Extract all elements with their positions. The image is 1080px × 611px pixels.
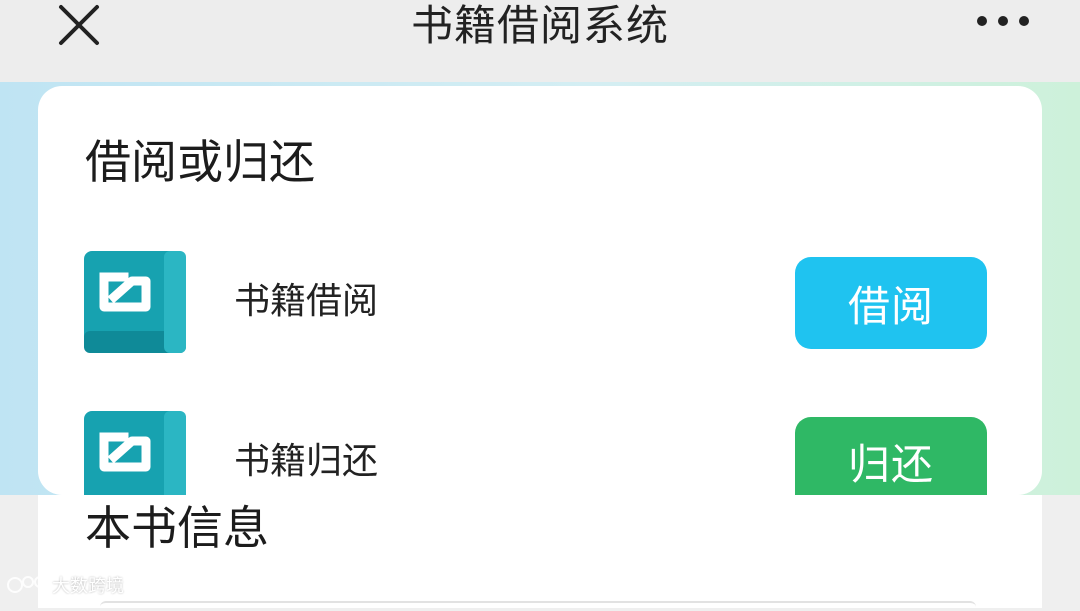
watermark-logo-icon [7,576,46,593]
more-button[interactable] [968,0,1038,42]
borrow-row-label: 书籍借阅 [234,281,379,322]
page-title: 书籍借阅系统 [410,1,669,50]
borrow-button[interactable]: 借阅 [795,257,987,349]
watermark: 大数跨境 [6,572,124,598]
book-icon [84,411,186,495]
watermark-text: 大数跨境 [52,576,124,597]
return-row-label: 书籍归还 [234,441,379,482]
borrow-section-title: 借阅或归还 [85,135,315,189]
book-icon [84,251,186,353]
return-button[interactable]: 归还 [795,417,987,495]
info-field-border [100,601,976,611]
more-dots-icon [977,16,1029,26]
book-info-title: 本书信息 [85,501,269,555]
top-bar: 书籍借阅系统 [0,0,1080,82]
